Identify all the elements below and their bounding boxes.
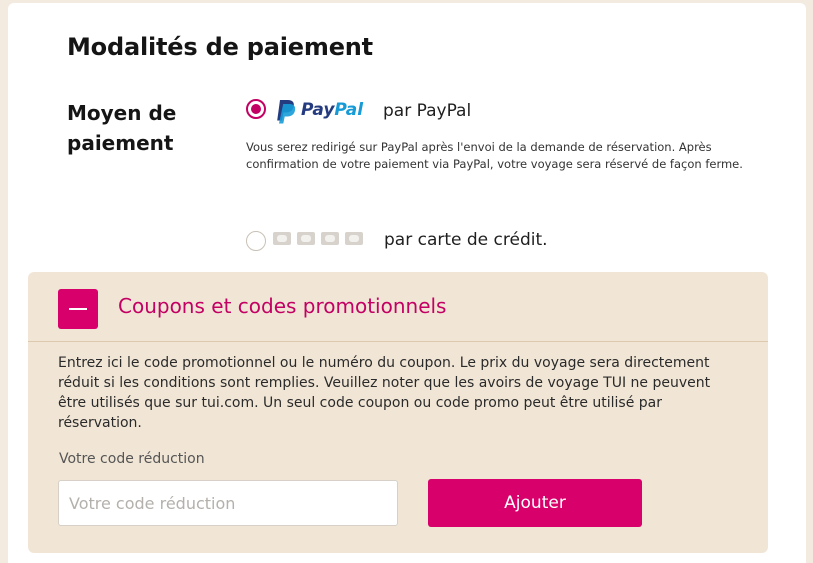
promo-header[interactable]: Coupons et codes promotionnels [28,272,768,342]
paypal-logo[interactable]: PayPal [274,98,374,124]
minus-icon [69,308,87,310]
page-title: Modalités de paiement [67,33,373,61]
promo-code-input[interactable] [58,480,398,526]
paypal-description: Vous serez redirigé sur PayPal après l'e… [246,140,743,171]
promo-description: Entrez ici le code promotionnel ou le nu… [58,355,711,431]
paypal-radio[interactable] [246,99,266,119]
visa-card-icon [273,232,291,245]
diners-card-icon [345,232,363,245]
add-code-button[interactable]: Ajouter [428,479,642,527]
promo-panel: Coupons et codes promotionnels Entrez ic… [28,272,768,553]
credit-card-radio[interactable] [246,231,266,251]
card-icons [273,232,363,245]
promo-title[interactable]: Coupons et codes promotionnels [118,294,446,318]
paypal-option-label[interactable]: par PayPal [383,101,471,121]
promo-code-label: Votre code réduction [59,451,205,467]
credit-card-option-label[interactable]: par carte de crédit. [384,230,548,250]
payment-method-label: Moyen de paiement [67,101,177,155]
collapse-promo-button[interactable] [58,289,98,329]
paypal-icon [277,100,296,124]
mastercard-card-icon [297,232,315,245]
amex-card-icon [321,232,339,245]
paypal-wordmark: PayPal [301,100,364,120]
